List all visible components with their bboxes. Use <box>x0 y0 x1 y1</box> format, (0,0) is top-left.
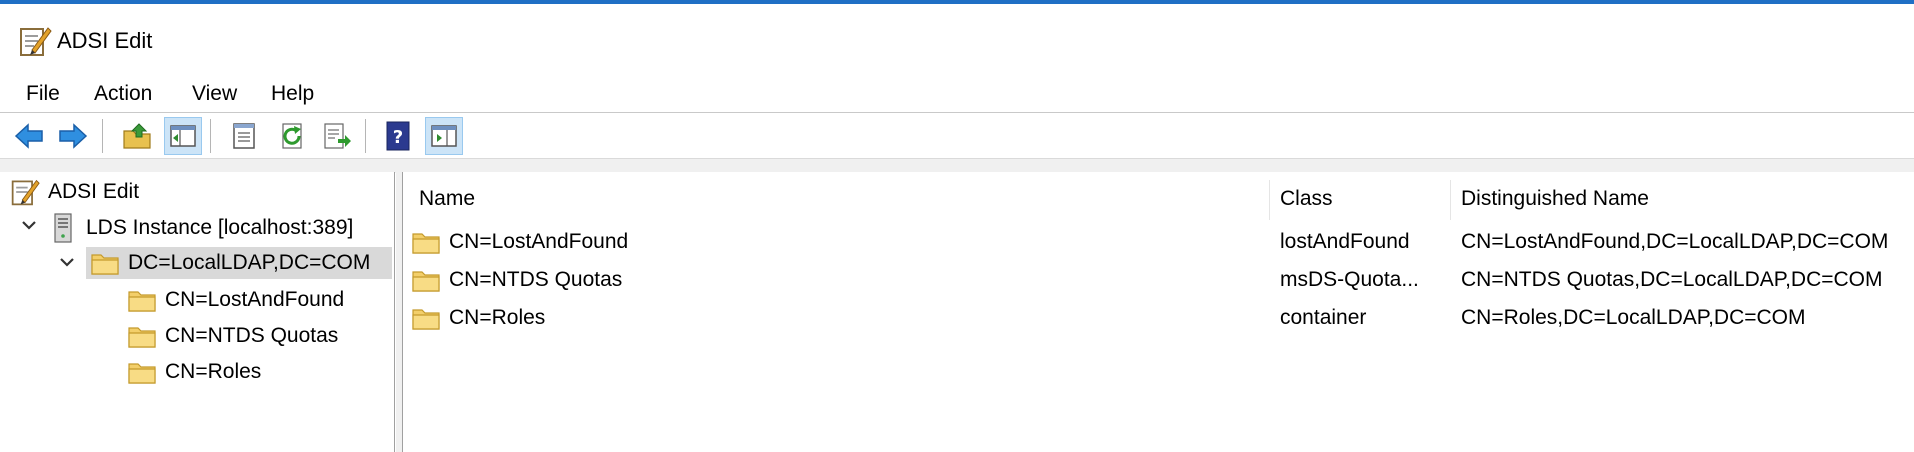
row-name: CN=LostAndFound <box>449 230 629 253</box>
back-arrow-icon <box>14 123 43 149</box>
svg-text:?: ? <box>393 127 403 148</box>
folder-icon <box>127 321 157 351</box>
menu-help[interactable]: Help <box>269 80 316 108</box>
row-class: msDS-Quota... <box>1280 268 1419 291</box>
export-list-icon <box>324 123 351 149</box>
tree-item-adsi-edit[interactable]: ADSI Edit <box>10 176 139 208</box>
result-list-pane: Name Class Distinguished Name CN=LostAnd… <box>403 172 1914 452</box>
up-one-level-button[interactable] <box>118 117 156 155</box>
folder-icon <box>411 227 441 257</box>
console-tree-pane: ADSI Edit LDS Instance [localhost:389] D… <box>0 172 395 452</box>
adsi-edit-icon <box>18 24 52 58</box>
show-hide-console-tree-icon <box>170 125 196 147</box>
show-hide-console-tree-button[interactable] <box>164 117 202 155</box>
menu-action[interactable]: Action <box>92 80 154 108</box>
column-header-class[interactable]: Class <box>1270 182 1450 216</box>
properties-icon <box>233 123 255 149</box>
tree-item-lostandfound[interactable]: CN=LostAndFound <box>127 284 344 316</box>
tree-item-label: CN=Roles <box>165 360 262 383</box>
chevron-down-icon[interactable] <box>56 251 78 273</box>
refresh-icon <box>282 123 302 149</box>
row-distinguished-name: CN=NTDS Quotas,DC=LocalLDAP,DC=COM <box>1461 268 1883 291</box>
properties-button[interactable] <box>225 117 263 155</box>
column-header-distinguished-name[interactable]: Distinguished Name <box>1451 182 1911 216</box>
menu-view[interactable]: View <box>190 80 239 108</box>
toolbar-bottom-band <box>0 158 1914 173</box>
folder-icon <box>127 285 157 315</box>
show-hide-action-pane-button[interactable] <box>425 117 463 155</box>
tree-item-lds-instance[interactable]: LDS Instance [localhost:389] <box>48 212 353 244</box>
toolbar: ? <box>0 113 1914 158</box>
folder-icon <box>90 248 120 278</box>
row-name: CN=Roles <box>449 306 546 329</box>
row-class: container <box>1280 306 1367 329</box>
row-distinguished-name: CN=LostAndFound,DC=LocalLDAP,DC=COM <box>1461 230 1889 253</box>
tree-item-label: DC=LocalLDAP,DC=COM <box>128 251 371 274</box>
list-row[interactable]: CN=NTDS Quotas msDS-Quota... CN=NTDS Quo… <box>403 262 1914 298</box>
tree-item-label: ADSI Edit <box>48 180 140 203</box>
folder-icon <box>411 303 441 333</box>
menu-bar: File Action View Help <box>0 74 1914 112</box>
back-button[interactable] <box>10 117 48 155</box>
up-folder-icon <box>123 123 151 149</box>
toolbar-separator <box>102 119 103 153</box>
tree-item-label: LDS Instance [localhost:389] <box>86 216 354 239</box>
window-title: ADSI Edit <box>57 28 153 53</box>
folder-icon <box>127 357 157 387</box>
toolbar-separator <box>365 119 366 153</box>
tree-item-label: CN=NTDS Quotas <box>165 324 339 347</box>
export-list-button[interactable] <box>318 117 356 155</box>
pane-splitter[interactable] <box>396 172 403 452</box>
tree-item-ntds-quotas[interactable]: CN=NTDS Quotas <box>127 320 338 352</box>
forward-arrow-icon <box>59 123 88 149</box>
show-hide-action-pane-icon <box>431 125 457 147</box>
help-icon: ? <box>386 121 410 151</box>
tree-item-roles[interactable]: CN=Roles <box>127 356 261 388</box>
tree-item-dc[interactable]: DC=LocalLDAP,DC=COM <box>86 247 392 279</box>
list-row[interactable]: CN=Roles container CN=Roles,DC=LocalLDAP… <box>403 300 1914 336</box>
server-icon <box>48 213 78 243</box>
menu-file[interactable]: File <box>24 80 62 108</box>
title-bar[interactable]: ADSI Edit <box>0 4 1914 74</box>
toolbar-separator <box>210 119 211 153</box>
column-header-name[interactable]: Name <box>409 182 1269 216</box>
help-button[interactable]: ? <box>379 117 417 155</box>
row-distinguished-name: CN=Roles,DC=LocalLDAP,DC=COM <box>1461 306 1806 329</box>
forward-button[interactable] <box>54 117 92 155</box>
row-class: lostAndFound <box>1280 230 1410 253</box>
chevron-down-icon[interactable] <box>18 214 40 236</box>
refresh-button[interactable] <box>274 117 312 155</box>
row-name: CN=NTDS Quotas <box>449 268 623 291</box>
adsi-edit-icon <box>10 177 40 207</box>
list-row[interactable]: CN=LostAndFound lostAndFound CN=LostAndF… <box>403 224 1914 260</box>
tree-item-label: CN=LostAndFound <box>165 288 345 311</box>
folder-icon <box>411 265 441 295</box>
